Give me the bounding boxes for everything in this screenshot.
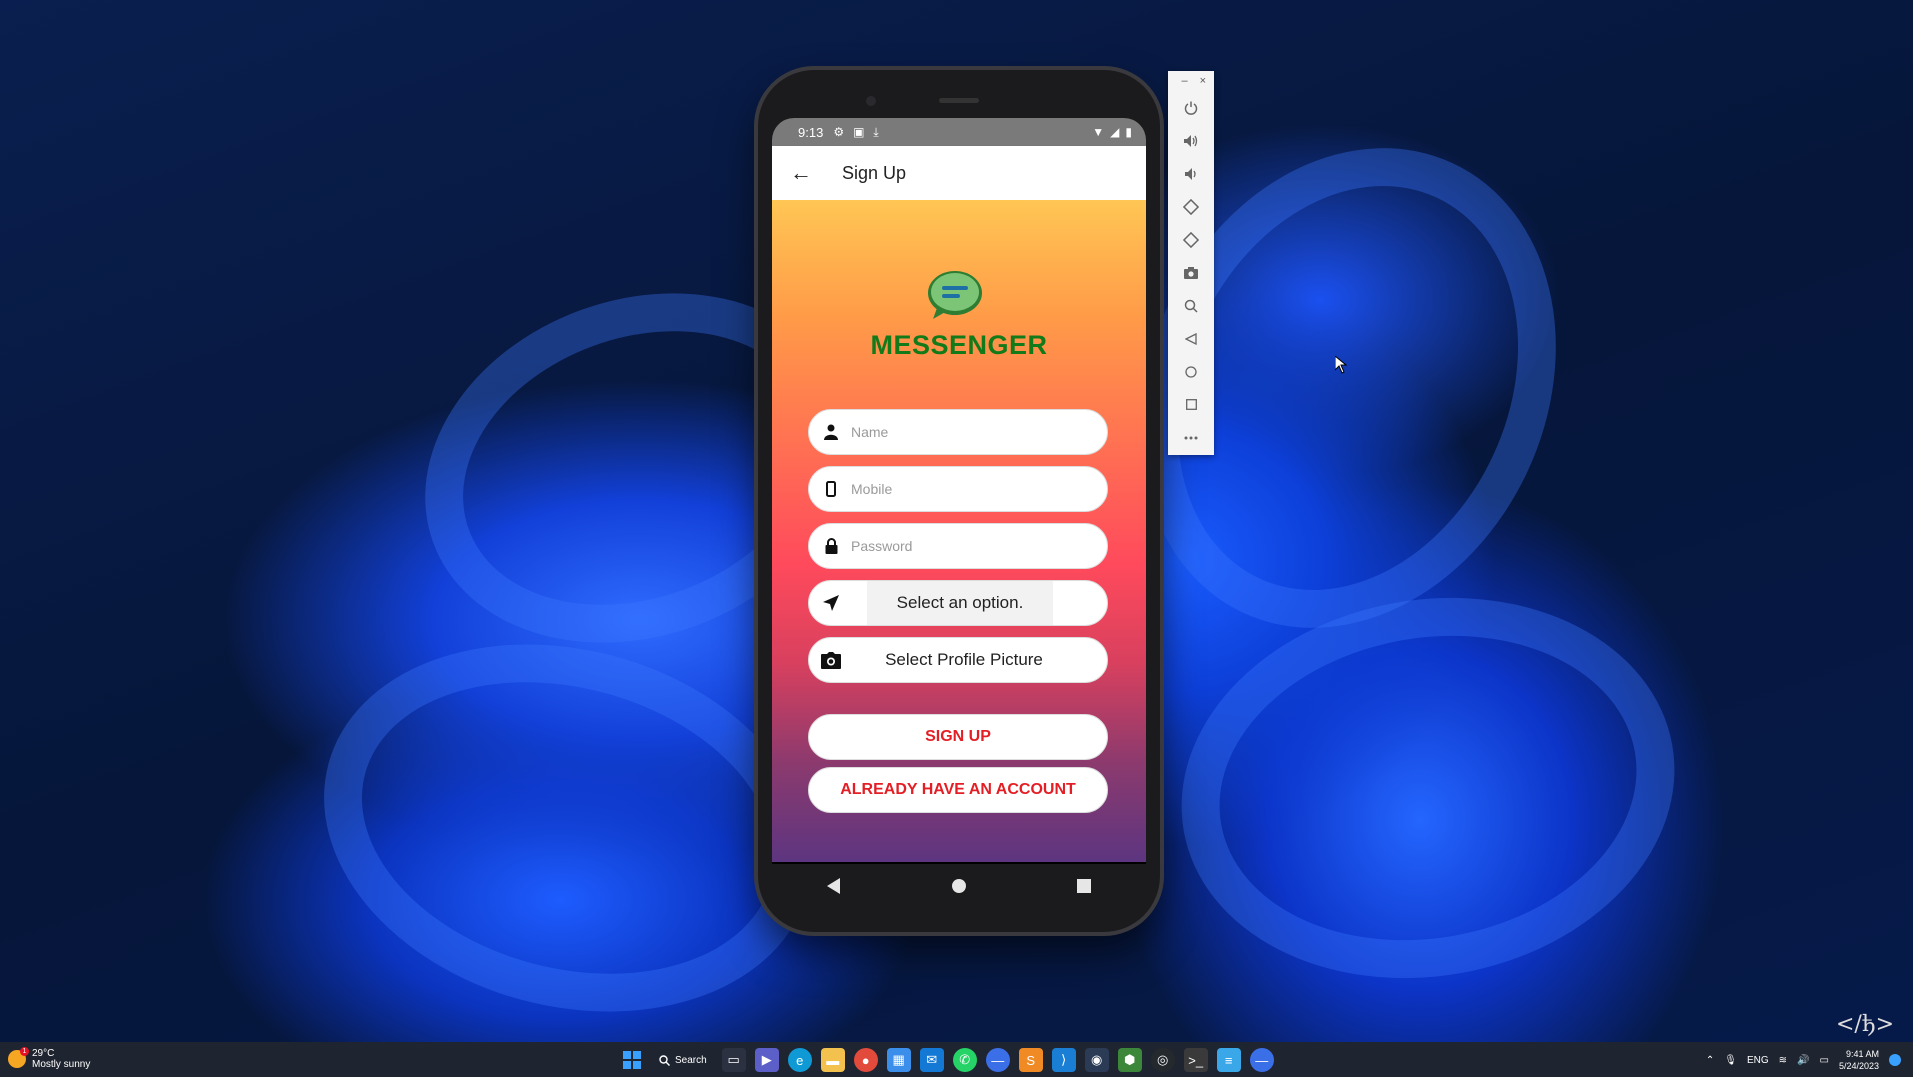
node-icon[interactable]: ⬢ xyxy=(1117,1048,1142,1072)
mail-icon[interactable]: ✉ xyxy=(919,1048,944,1072)
signup-button[interactable]: SIGN UP xyxy=(808,714,1108,760)
back-arrow-icon[interactable]: ← xyxy=(776,160,826,186)
camera-icon[interactable] xyxy=(1168,256,1214,289)
home-icon[interactable] xyxy=(1168,355,1214,388)
battery-icon[interactable]: ▭ xyxy=(1820,1055,1829,1066)
nav-home-icon[interactable] xyxy=(951,878,967,894)
more-icon[interactable] xyxy=(1168,421,1214,454)
notepad-icon[interactable]: ≡ xyxy=(1216,1048,1241,1072)
profile-picture-picker[interactable]: Select Profile Picture xyxy=(808,637,1108,683)
nav-recents-icon[interactable] xyxy=(1077,879,1091,893)
notification-icon[interactable] xyxy=(1889,1054,1901,1066)
zoom-icon[interactable] xyxy=(1168,289,1214,322)
wallpaper-swirl xyxy=(1151,559,1705,1017)
teams-icon[interactable]: ▶ xyxy=(754,1048,779,1072)
front-camera xyxy=(866,96,876,106)
app-bar: ← Sign Up xyxy=(772,146,1146,200)
phone-emulator: 9:13 ⚙ ▣ ⤓ ▼ ◢ ▮ ← Sign Up MESSENGER Nam… xyxy=(758,70,1160,932)
password-field[interactable] xyxy=(808,523,1108,569)
weather-badge: 1 xyxy=(20,1047,29,1056)
password-input[interactable] xyxy=(849,537,1083,555)
camera-icon xyxy=(821,650,841,670)
volume-up-icon[interactable] xyxy=(1168,124,1214,157)
lock-icon xyxy=(821,536,841,556)
wifi-icon[interactable]: ≋ xyxy=(1779,1055,1787,1066)
sun-icon: 1 xyxy=(8,1047,29,1068)
chrome-icon[interactable]: ● xyxy=(853,1048,878,1072)
store-icon[interactable]: ▦ xyxy=(886,1048,911,1072)
terminal-icon[interactable]: >_ xyxy=(1183,1048,1208,1072)
power-icon[interactable] xyxy=(1168,91,1214,124)
brand-title: MESSENGER xyxy=(870,330,1048,360)
sublime-icon[interactable]: S xyxy=(1018,1048,1043,1072)
overview-icon[interactable] xyxy=(1168,388,1214,421)
mobile-input[interactable] xyxy=(849,480,1083,498)
vscode-icon[interactable]: ⟩ xyxy=(1051,1048,1076,1072)
download-icon: ⤓ xyxy=(873,124,879,139)
whatsapp-icon[interactable]: ✆ xyxy=(952,1048,977,1072)
wifi-icon: ▼ xyxy=(1092,125,1105,139)
already-have-account-button[interactable]: ALREADY HAVE AN ACCOUNT xyxy=(808,767,1108,813)
github-icon[interactable]: ◎ xyxy=(1150,1048,1175,1072)
taskbar-search[interactable]: Search xyxy=(653,1048,713,1072)
file-explorer-icon[interactable]: ▬ xyxy=(820,1048,845,1072)
battery-icon: ▮ xyxy=(1125,125,1132,139)
name-input[interactable] xyxy=(849,423,1083,441)
close-button[interactable]: × xyxy=(1200,75,1206,87)
chevron-up-icon[interactable]: ⌃ xyxy=(1706,1055,1714,1066)
clock-time: 9:41 AM xyxy=(1845,1049,1879,1059)
search-label: Search xyxy=(675,1054,707,1066)
emulator-toolbar: – × xyxy=(1168,71,1214,455)
channel-watermark: </ђ> xyxy=(1836,1012,1894,1037)
location-select[interactable]: Select an option. xyxy=(808,580,1108,626)
app-icon[interactable]: ◉ xyxy=(1084,1048,1109,1072)
navigation-arrow-icon xyxy=(821,593,841,613)
person-icon xyxy=(821,422,841,442)
rotate-left-icon[interactable] xyxy=(1168,190,1214,223)
signal-icon: ◢ xyxy=(1110,125,1120,139)
profile-picture-label: Select Profile Picture xyxy=(885,650,1043,669)
mobile-phone-icon xyxy=(821,479,841,499)
search-icon xyxy=(659,1054,670,1066)
start-menu-icon[interactable] xyxy=(620,1048,644,1072)
weather-temp: 29°C xyxy=(32,1048,55,1059)
mobile-field[interactable] xyxy=(808,466,1108,512)
android-nav-bar xyxy=(772,864,1146,908)
minimize-button[interactable]: – xyxy=(1181,75,1187,87)
back-icon[interactable] xyxy=(1168,322,1214,355)
select-option-label[interactable]: Select an option. xyxy=(867,581,1053,625)
rotate-right-icon[interactable] xyxy=(1168,223,1214,256)
page-title: Sign Up xyxy=(842,162,907,183)
clock-date: 5/24/2023 xyxy=(1838,1061,1879,1071)
taskbar: 1 29°C Mostly sunny Search ▭ ▶ e ▬ ● ▦ ✉… xyxy=(0,1042,1913,1077)
name-field[interactable] xyxy=(808,409,1108,455)
weather-widget[interactable]: 1 29°C Mostly sunny xyxy=(8,1047,91,1070)
messenger-logo xyxy=(928,271,982,319)
task-view-icon[interactable]: ▭ xyxy=(721,1048,746,1072)
nav-back-icon[interactable] xyxy=(827,878,841,894)
mouse-cursor-icon xyxy=(1335,356,1347,374)
app-icon[interactable]: ― xyxy=(1249,1048,1274,1072)
app-icon[interactable]: ― xyxy=(985,1048,1010,1072)
weather-desc: Mostly sunny xyxy=(32,1059,91,1070)
language-indicator[interactable]: ENG xyxy=(1747,1055,1769,1066)
phone-screen: 9:13 ⚙ ▣ ⤓ ▼ ◢ ▮ ← Sign Up MESSENGER Nam… xyxy=(772,118,1146,864)
volume-icon[interactable]: 🔊 xyxy=(1797,1055,1809,1066)
settings-icon: ⚙ xyxy=(833,125,845,139)
clock[interactable]: 9:41 AM 5/24/2023 xyxy=(1839,1048,1879,1072)
edge-icon[interactable]: e xyxy=(787,1048,812,1072)
volume-down-icon[interactable] xyxy=(1168,157,1214,190)
signup-form-area: MESSENGER Name Mobile Select an option. … xyxy=(772,200,1146,862)
status-bar: 9:13 ⚙ ▣ ⤓ ▼ ◢ ▮ xyxy=(772,118,1146,146)
system-tray: ⌃ 🎙 ENG ≋ 🔊 ▭ 9:41 AM 5/24/2023 xyxy=(1706,1046,1901,1074)
microphone-icon[interactable]: 🎙 xyxy=(1724,1055,1737,1066)
notification-icon: ▣ xyxy=(853,125,865,139)
status-time: 9:13 xyxy=(798,124,824,140)
phone-speaker xyxy=(939,98,979,103)
